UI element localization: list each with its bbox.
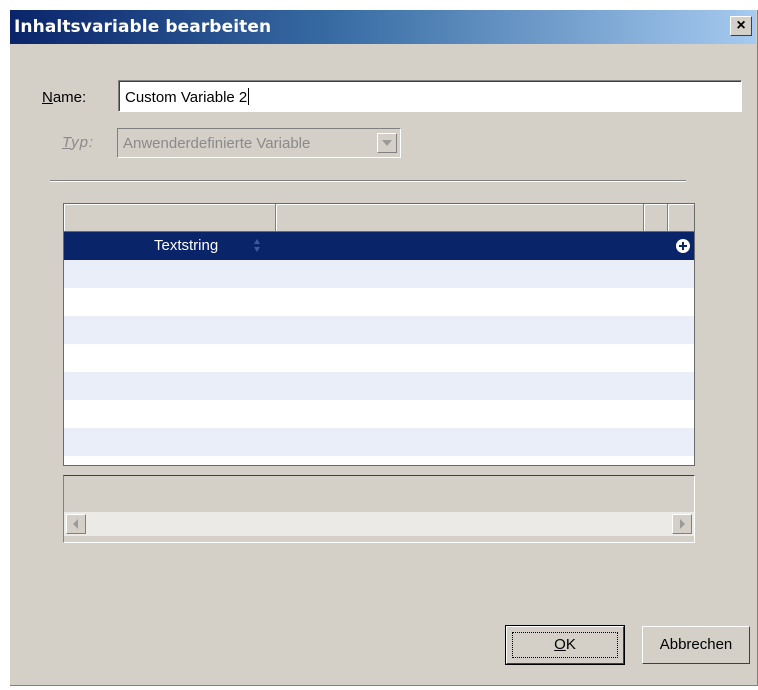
grid-row[interactable] xyxy=(64,400,694,428)
dropdown-arrow-icon[interactable] xyxy=(377,133,397,153)
name-input[interactable]: Custom Variable 2 xyxy=(118,80,742,112)
type-label: Typ: xyxy=(62,134,95,151)
grid-row[interactable] xyxy=(64,428,694,456)
grid-header-column-4[interactable] xyxy=(668,204,694,231)
scroll-left-icon[interactable] xyxy=(66,514,86,534)
grid-header-column-2[interactable] xyxy=(276,204,644,231)
name-input-value: Custom Variable 2 xyxy=(125,89,248,106)
grid-row-label: Textstring xyxy=(154,237,219,254)
separator xyxy=(50,180,686,182)
sort-icon[interactable] xyxy=(254,239,260,253)
dialog-title: Inhaltsvariable bearbeiten xyxy=(14,17,272,37)
type-select-value: Anwenderdefinierte Variable xyxy=(123,135,311,152)
grid-row[interactable]: Textstring xyxy=(64,232,694,260)
grid-row[interactable] xyxy=(64,288,694,316)
cancel-button[interactable]: Abbrechen xyxy=(642,626,750,664)
grid-footer-area xyxy=(63,475,695,543)
close-button[interactable]: × xyxy=(730,16,752,36)
grid-header-column-1[interactable] xyxy=(64,204,276,231)
ok-button[interactable]: OK xyxy=(505,625,625,665)
horizontal-scrollbar[interactable] xyxy=(64,512,694,536)
add-icon[interactable] xyxy=(676,239,690,253)
grid-row[interactable] xyxy=(64,316,694,344)
grid-row[interactable] xyxy=(64,372,694,400)
close-icon: × xyxy=(736,17,746,34)
titlebar: Inhaltsvariable bearbeiten × xyxy=(10,10,756,44)
grid-header xyxy=(64,204,694,232)
edit-content-variable-dialog: Inhaltsvariable bearbeiten × Name: Custo… xyxy=(10,10,758,686)
ok-button-label: OK xyxy=(554,636,576,653)
grid-row[interactable] xyxy=(64,260,694,288)
grid-row[interactable] xyxy=(64,344,694,372)
type-select[interactable]: Anwenderdefinierte Variable xyxy=(117,128,401,158)
grid-header-column-3[interactable] xyxy=(644,204,668,231)
scroll-right-icon[interactable] xyxy=(672,514,692,534)
text-caret xyxy=(248,88,250,105)
name-label: Name: xyxy=(42,89,87,106)
variable-grid[interactable]: Textstring xyxy=(63,203,695,466)
